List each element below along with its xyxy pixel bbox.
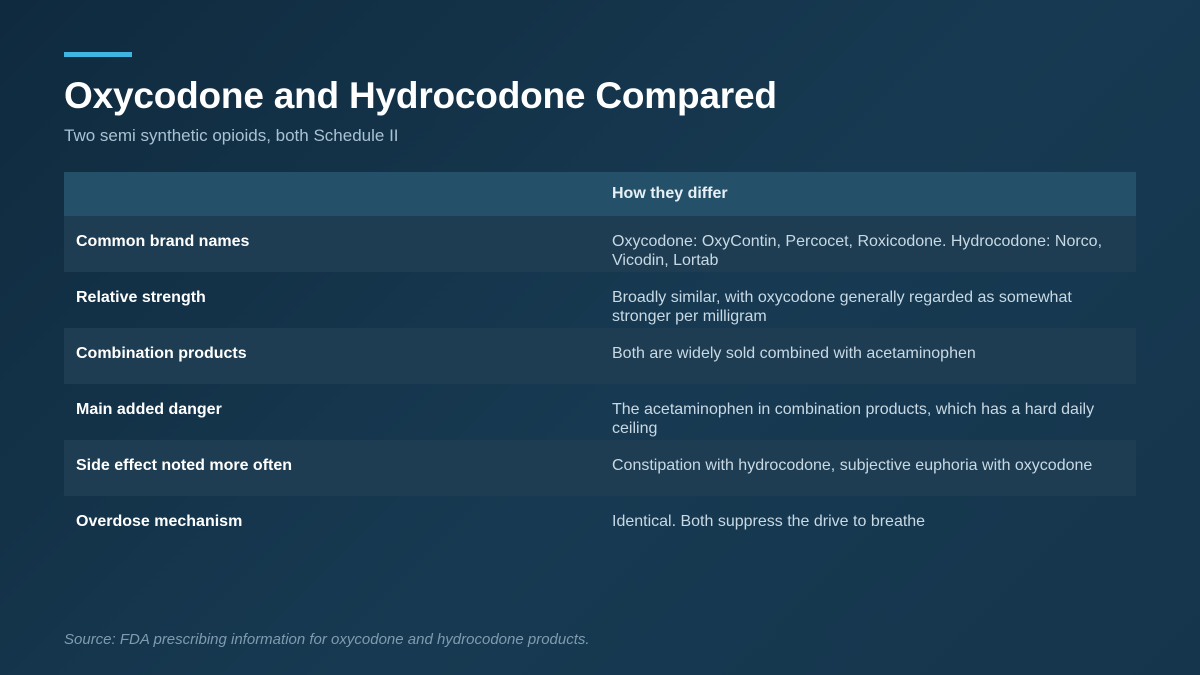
row-label: Relative strength bbox=[76, 289, 206, 306]
row-value: Broadly similar, with oxycodone generall… bbox=[612, 289, 1072, 325]
row-value: Constipation with hydrocodone, subjectiv… bbox=[612, 457, 1093, 474]
row-label: Side effect noted more often bbox=[76, 457, 293, 474]
table-row: Combination products Both are widely sol… bbox=[64, 328, 1136, 384]
row-value: Oxycodone: OxyContin, Percocet, Roxicodo… bbox=[612, 233, 1103, 269]
row-label: Overdose mechanism bbox=[76, 513, 243, 530]
row-value: Both are widely sold combined with aceta… bbox=[612, 345, 976, 362]
table-header-difference-column: How they differ bbox=[612, 185, 728, 202]
row-label: Main added danger bbox=[76, 401, 222, 418]
row-value: Identical. Both suppress the drive to br… bbox=[612, 513, 926, 530]
table-row: Overdose mechanism Identical. Both suppr… bbox=[64, 496, 1136, 552]
table-row: Relative strength Broadly similar, with … bbox=[64, 272, 1136, 328]
source-note: Source: FDA prescribing information for … bbox=[64, 631, 590, 648]
row-label: Common brand names bbox=[76, 233, 250, 250]
table-row: Side effect noted more often Constipatio… bbox=[64, 440, 1136, 496]
table-row: Common brand names Oxycodone: OxyContin,… bbox=[64, 216, 1136, 272]
slide: Oxycodone and Hydrocodone Compared Two s… bbox=[0, 0, 1200, 675]
table-row: Main added danger The acetaminophen in c… bbox=[64, 384, 1136, 440]
page-title: Oxycodone and Hydrocodone Compared bbox=[64, 75, 777, 116]
table-header-row: How they differ bbox=[64, 172, 1136, 216]
page-subtitle: Two semi synthetic opioids, both Schedul… bbox=[64, 126, 399, 145]
comparison-table: How they differ Common brand names Oxyco… bbox=[64, 172, 1136, 552]
title-accent-bar bbox=[64, 52, 132, 57]
row-label: Combination products bbox=[76, 345, 247, 362]
row-value: The acetaminophen in combination product… bbox=[612, 401, 1095, 437]
